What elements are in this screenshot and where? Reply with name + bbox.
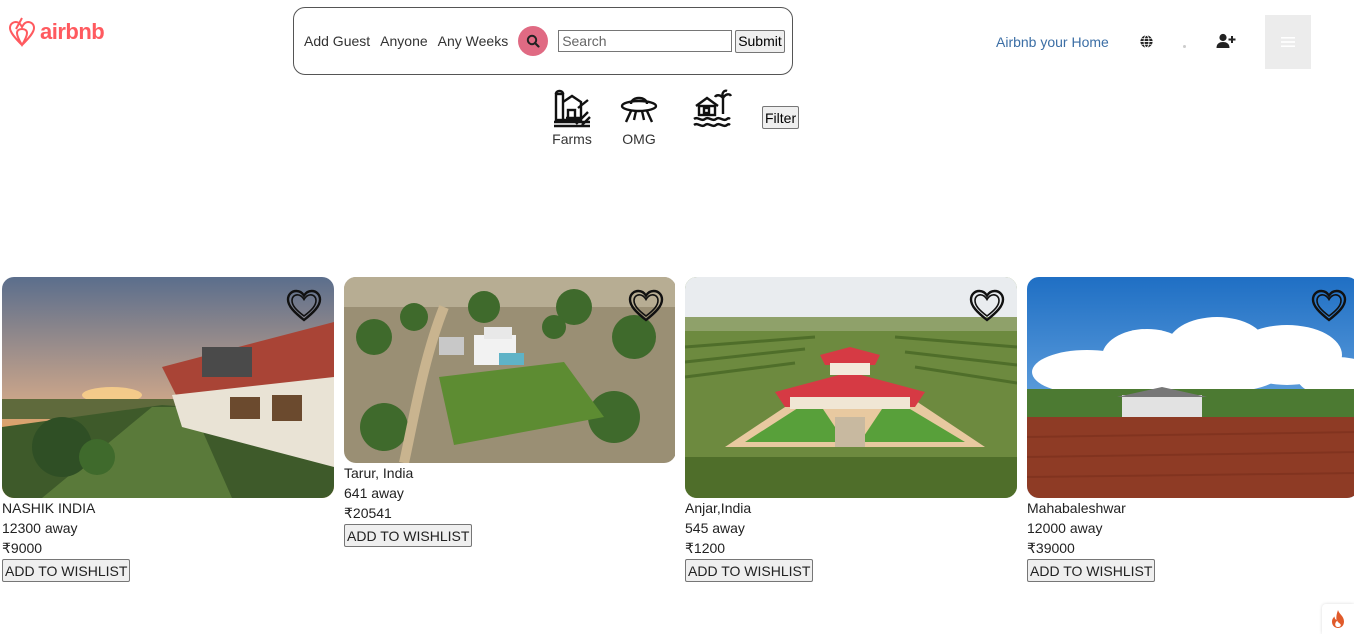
anyone-button[interactable]: Anyone bbox=[380, 33, 427, 49]
listing-price: ₹39000 bbox=[1027, 540, 1075, 556]
listing-price: ₹9000 bbox=[2, 540, 43, 556]
add-to-wishlist-button[interactable]: ADD TO WISHLIST bbox=[1027, 559, 1156, 582]
heart-icon[interactable] bbox=[1311, 289, 1347, 328]
listing-card[interactable]: Tarur, India 641 away ₹20541 ADD TO WISH… bbox=[344, 277, 676, 547]
search-icon bbox=[526, 34, 540, 48]
listing-photo[interactable] bbox=[685, 277, 1017, 498]
farm-icon bbox=[554, 89, 591, 128]
flame-icon bbox=[1332, 610, 1344, 628]
separator-dot bbox=[1183, 45, 1186, 48]
heart-icon[interactable] bbox=[969, 289, 1005, 328]
listing-card[interactable]: Anjar,India 545 away ₹1200 ADD TO WISHLI… bbox=[685, 277, 1017, 582]
add-to-wishlist-button[interactable]: ADD TO WISHLIST bbox=[344, 524, 473, 547]
category-omg-label: OMG bbox=[622, 131, 656, 147]
listing-distance: 641 away bbox=[344, 485, 404, 501]
listing-location: Anjar,India bbox=[685, 500, 752, 516]
add-guest-button[interactable]: Add Guest bbox=[304, 33, 370, 49]
filter-button[interactable]: Filter bbox=[762, 106, 800, 129]
brand-name: airbnb bbox=[40, 19, 105, 44]
listing-card[interactable]: Mahabaleshwar 12000 away ₹39000 ADD TO W… bbox=[1027, 277, 1354, 582]
ufo-icon bbox=[620, 96, 658, 123]
beach-house-icon bbox=[693, 89, 732, 128]
globe-icon[interactable] bbox=[1139, 34, 1154, 54]
listing-location: NASHIK INDIA bbox=[2, 500, 96, 516]
brand-logo[interactable]: airbnb bbox=[8, 15, 105, 49]
category-beach[interactable] bbox=[682, 88, 742, 131]
add-to-wishlist-button[interactable]: ADD TO WISHLIST bbox=[685, 559, 814, 582]
listing-photo[interactable] bbox=[344, 277, 676, 463]
listing-distance: 12000 away bbox=[1027, 520, 1103, 536]
search-bar: Add Guest Anyone Any Weeks Submit bbox=[293, 7, 793, 75]
listing-location: Mahabaleshwar bbox=[1027, 500, 1126, 516]
heart-icon[interactable] bbox=[628, 289, 664, 328]
listing-distance: 12300 away bbox=[2, 520, 78, 536]
listing-location: Tarur, India bbox=[344, 465, 414, 481]
listing-photo[interactable] bbox=[1027, 277, 1354, 498]
search-button[interactable] bbox=[518, 26, 549, 56]
user-plus-icon[interactable] bbox=[1216, 33, 1236, 54]
listing-price: ₹20541 bbox=[344, 505, 392, 521]
category-farms-label: Farms bbox=[552, 131, 592, 147]
listing-price: ₹1200 bbox=[685, 540, 726, 556]
category-farms[interactable]: Farms bbox=[542, 88, 602, 147]
add-to-wishlist-button[interactable]: ADD TO WISHLIST bbox=[2, 559, 131, 582]
heart-icon[interactable] bbox=[286, 289, 322, 328]
submit-button[interactable]: Submit bbox=[735, 29, 785, 53]
listing-distance: 545 away bbox=[685, 520, 745, 536]
host-home-link[interactable]: Airbnb your Home bbox=[996, 34, 1109, 50]
category-omg[interactable]: OMG bbox=[609, 88, 669, 147]
any-weeks-button[interactable]: Any Weeks bbox=[438, 33, 509, 49]
corner-widget[interactable] bbox=[1322, 604, 1354, 634]
listing-photo[interactable] bbox=[2, 277, 334, 498]
airbnb-logo-icon bbox=[8, 17, 36, 47]
menu-button[interactable] bbox=[1265, 15, 1311, 69]
listing-card[interactable]: NASHIK INDIA 12300 away ₹9000 ADD TO WIS… bbox=[2, 277, 334, 582]
search-input[interactable] bbox=[558, 30, 733, 52]
hamburger-menu-icon bbox=[1281, 37, 1295, 47]
